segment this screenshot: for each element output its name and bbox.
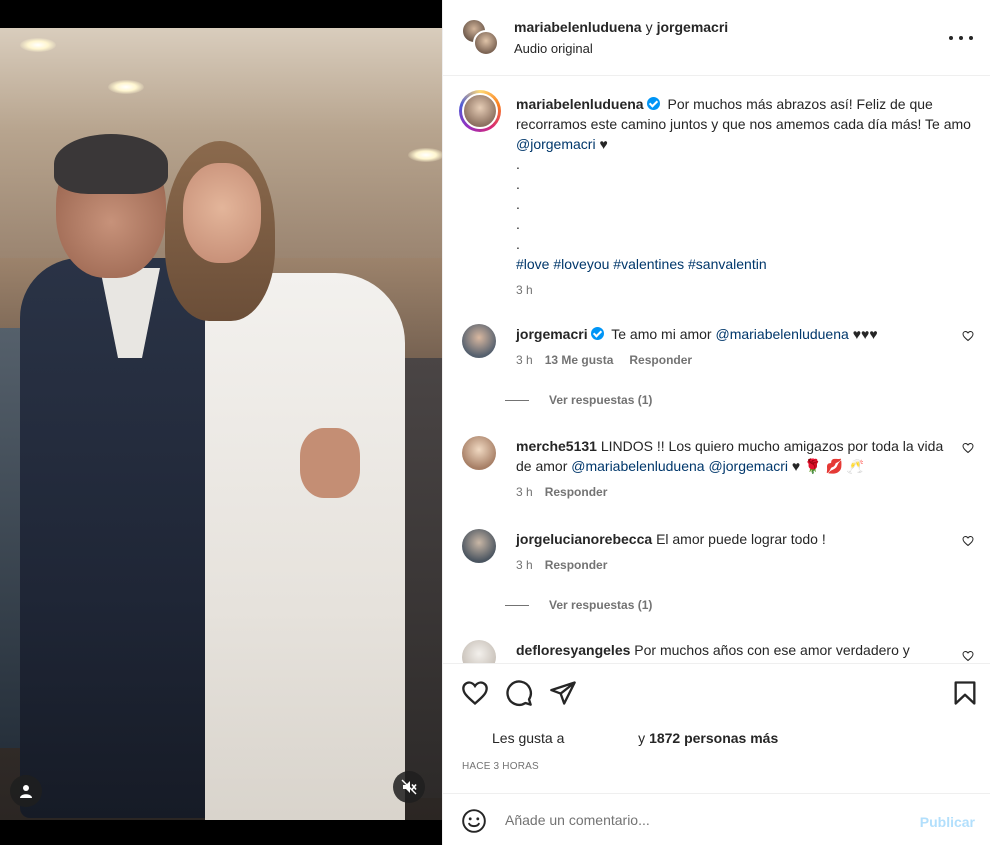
caption-time: 3 h [516, 283, 533, 297]
comment-likes[interactable]: 13 Me gusta [545, 353, 614, 367]
woman-figure [165, 133, 405, 820]
caption-dot: . [516, 176, 520, 192]
heart-icon[interactable] [461, 679, 489, 707]
view-replies-label: Ver respuestas (1) [549, 598, 653, 612]
avatar [473, 30, 499, 56]
comment-mention[interactable]: @mariabelenluduena [715, 326, 848, 342]
likes-count[interactable]: 1872 personas más [649, 730, 778, 746]
avatar[interactable] [462, 640, 496, 663]
comment-bar: Publicar [443, 793, 990, 845]
comment-meta: 3 h Responder [516, 482, 956, 502]
video-frame [0, 28, 442, 820]
comment-meta: 3 h Responder [516, 555, 956, 575]
heart-icon[interactable] [962, 535, 974, 547]
comment-time: 3 h [516, 353, 533, 367]
comment-text: Te amo mi amor [611, 326, 712, 342]
comment-text: Por muchos años con ese amor verdadero y [634, 642, 910, 658]
header-usernames: mariabelenluduena y jorgemacri [514, 19, 728, 35]
instagram-post-view: mariabelenluduena y jorgemacri Audio origi… [0, 0, 990, 845]
comment-body: defloresyangeles Por muchos años con ese… [516, 640, 956, 660]
caption-hashtags[interactable]: #love #loveyou #valentines #sanvalentin [516, 256, 767, 272]
post-time: HACE 3 HORAS [462, 761, 539, 772]
comment-suffix: ♥♥♥ [852, 326, 878, 342]
comment-mention[interactable]: @jorgemacri [708, 458, 788, 474]
reply-button[interactable]: Responder [545, 485, 608, 499]
publish-button[interactable]: Publicar [920, 814, 975, 830]
header-user-link[interactable]: mariabelenluduena [514, 19, 642, 35]
post-actions: Les gusta a y 1872 personas más HACE 3 H… [443, 663, 990, 793]
reply-button[interactable]: Responder [545, 558, 608, 572]
mute-button[interactable] [393, 771, 425, 803]
comment-username[interactable]: jorgemacri [516, 326, 588, 342]
comment-time: 3 h [516, 485, 533, 499]
comment-input[interactable] [505, 808, 895, 832]
likes-summary[interactable]: Les gusta a y 1872 personas más [492, 730, 778, 746]
mute-icon [401, 779, 417, 795]
user-icon [20, 785, 32, 798]
verified-icon [590, 327, 604, 340]
header-user-link[interactable]: jorgemacri [657, 19, 729, 35]
comment-username[interactable]: merche5131 [516, 438, 597, 454]
emoji-icon[interactable] [461, 808, 487, 834]
view-replies-label: Ver respuestas (1) [549, 393, 653, 407]
heart-icon[interactable] [962, 442, 974, 454]
post-header: mariabelenluduena y jorgemacri Audio origi… [443, 0, 990, 76]
comment-meta: 3 h 13 Me gusta Responder [516, 350, 956, 370]
save-icon[interactable] [951, 679, 979, 707]
verified-icon [646, 97, 660, 110]
caption-dot: . [516, 196, 520, 212]
caption-dot: . [516, 216, 520, 232]
comment-mention[interactable]: @mariabelenluduena [571, 458, 704, 474]
more-options-button[interactable] [949, 28, 973, 48]
hands [300, 428, 360, 498]
view-replies-button[interactable]: Ver respuestas (1) [505, 393, 652, 407]
more-icon [949, 36, 973, 40]
comment-body: jorgelucianorebecca El amor puede lograr… [516, 529, 956, 575]
caption: mariabelenluduena Por muchos más abrazos… [516, 94, 971, 300]
comment-body: merche5131 LINDOS !! Los quiero mucho am… [516, 436, 956, 502]
caption-dot: . [516, 236, 520, 252]
tagged-users-button[interactable] [10, 775, 42, 807]
comment-username[interactable]: defloresyangeles [516, 642, 630, 658]
ceiling-light [408, 148, 442, 162]
header-joiner: y [645, 19, 653, 35]
heart-icon[interactable] [962, 330, 974, 342]
caption-dot: . [516, 156, 520, 172]
likes-joiner: y [638, 730, 646, 746]
avatar[interactable] [462, 436, 496, 470]
comment-time: 3 h [516, 558, 533, 572]
ceiling-light [108, 80, 144, 94]
avatar[interactable] [462, 529, 496, 563]
comments-list[interactable]: mariabelenluduena Por muchos más abrazos… [443, 77, 990, 663]
comment-text: El amor puede lograr todo ! [656, 531, 826, 547]
comment-icon[interactable] [505, 679, 533, 707]
caption-heart: ♥ [599, 136, 608, 152]
caption-username[interactable]: mariabelenluduena [516, 96, 644, 112]
avatar[interactable] [462, 324, 496, 358]
caption-avatar[interactable] [459, 90, 501, 132]
reply-button[interactable]: Responder [629, 353, 692, 367]
likes-prefix: Les gusta a [492, 730, 565, 746]
caption-mention[interactable]: @jorgemacri [516, 136, 596, 152]
collab-avatars[interactable] [461, 18, 499, 56]
view-replies-button[interactable]: Ver respuestas (1) [505, 598, 652, 612]
audio-link[interactable]: Audio original [514, 41, 593, 56]
heart-icon[interactable] [962, 650, 974, 662]
comment-username[interactable]: jorgelucianorebecca [516, 531, 652, 547]
comment-body: jorgemacri Te amo mi amor @mariabelenlud… [516, 324, 956, 370]
post-side-panel: mariabelenluduena y jorgemacri Audio origi… [442, 0, 990, 845]
ceiling-light [20, 38, 56, 52]
post-video[interactable] [0, 0, 442, 845]
share-icon[interactable] [549, 679, 577, 707]
comment-suffix: ♥ 🌹 💋 🥂 [791, 458, 865, 474]
